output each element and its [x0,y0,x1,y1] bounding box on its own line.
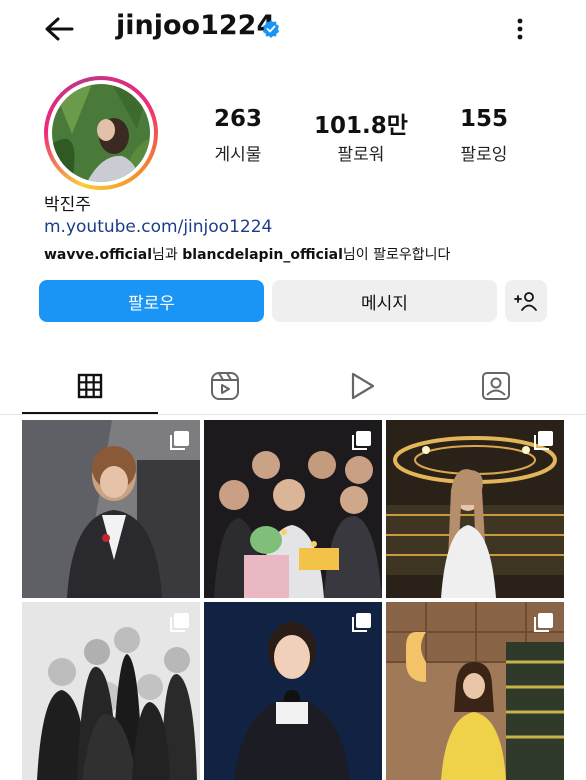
tab-grid[interactable] [70,366,110,406]
multi-post-icon [352,431,371,450]
followed-by-user-2[interactable]: blancdelapin_official [182,247,343,263]
reels-icon [211,372,239,400]
suggested-users-button[interactable] [505,280,547,322]
posts-count[interactable]: 263 [183,106,293,132]
post-thumbnail[interactable] [22,420,200,598]
tab-video[interactable] [342,366,382,406]
tab-reels[interactable] [205,366,245,406]
more-vertical-icon [517,18,523,40]
post-thumbnail[interactable] [22,602,200,780]
post-thumbnail[interactable] [386,420,564,598]
post-thumbnail[interactable] [386,602,564,780]
followers-count[interactable]: 101.8만 [306,106,416,140]
add-user-icon [514,292,537,311]
verified-badge-icon [262,20,280,38]
arrow-left-icon [45,17,74,41]
following-label: 팔로잉 [460,145,508,165]
multi-post-icon [170,613,189,632]
grid-icon [77,373,103,399]
post-thumbnail[interactable] [204,602,382,780]
multi-post-icon [170,431,189,450]
followed-by-text[interactable]: wavve.official님과 blancdelapin_official님이… [44,244,450,264]
more-options-button[interactable] [512,14,528,44]
tab-divider [0,414,586,415]
following-count[interactable]: 155 [429,106,539,132]
multi-post-icon [534,431,553,450]
followers-label: 팔로워 [337,145,385,165]
tagged-user-icon [482,372,510,400]
profile-username: jinjoo1224 [116,10,276,41]
follow-button[interactable]: 팔로우 [39,280,264,322]
multi-post-icon [534,613,553,632]
post-thumbnail[interactable] [204,420,382,598]
tab-tagged[interactable] [476,366,516,406]
posts-label: 게시물 [214,145,262,165]
avatar [52,84,150,182]
back-button[interactable] [40,14,80,44]
followed-by-user-1[interactable]: wavve.official [44,247,152,263]
multi-post-icon [352,613,371,632]
story-ring[interactable] [44,76,158,190]
play-icon [351,372,375,400]
active-tab-indicator [22,412,158,414]
profile-display-name: 박진주 [44,195,91,215]
message-button[interactable]: 메시지 [272,280,497,322]
profile-link[interactable]: m.youtube.com/jinjoo1224 [44,217,272,237]
